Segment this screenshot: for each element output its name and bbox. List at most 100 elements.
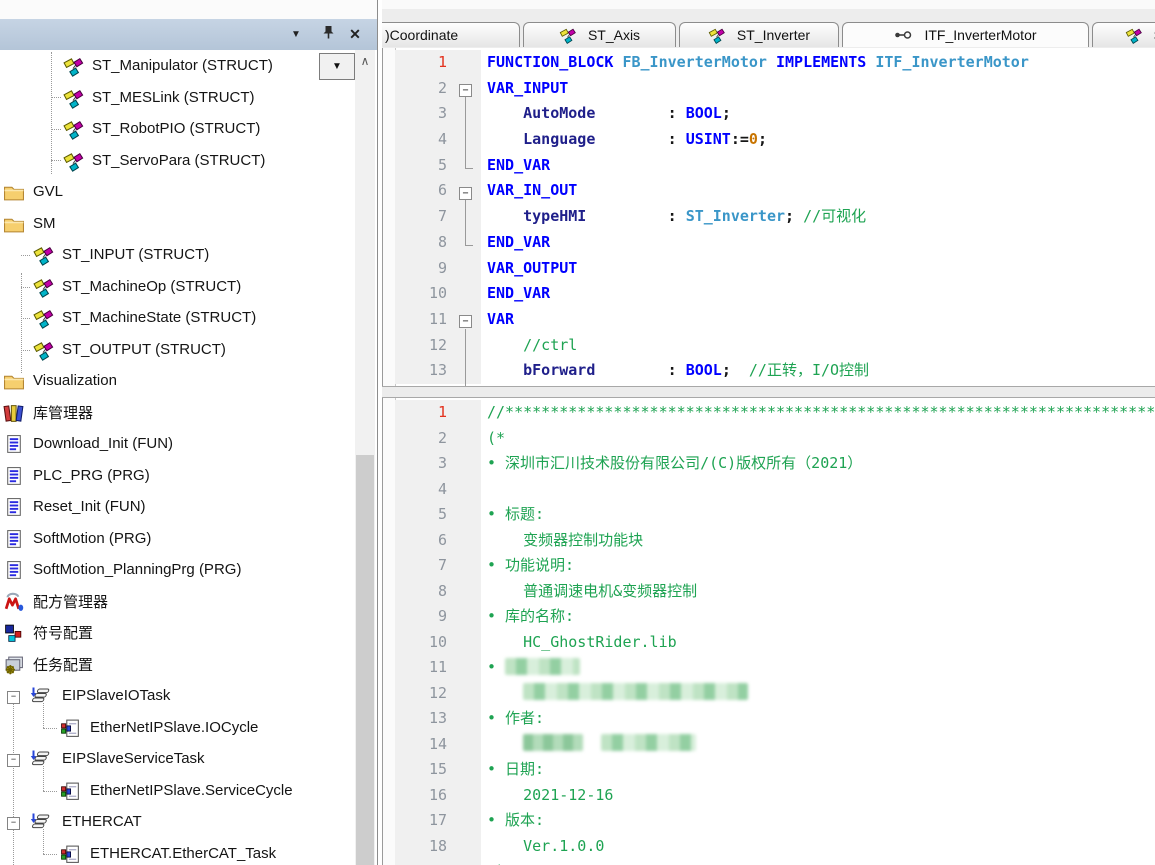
scrollbar-thumb[interactable] <box>356 455 374 865</box>
tree-item-softmotion[interactable]: SoftMotion (PRG) <box>0 524 357 556</box>
code-line: 7 typeHMI : ST_Inverter; //可视化 <box>395 204 1155 230</box>
tree-item-st-machinestate[interactable]: ST_MachineState (STRUCT) <box>0 303 357 335</box>
struct-icon <box>32 340 54 361</box>
panel-menu-chevron-down-icon[interactable]: ▼ <box>285 25 307 44</box>
code-line: 15• 日期: <box>395 757 1155 783</box>
tree-item-recipe-manager[interactable]: 配方管理器 <box>0 587 357 619</box>
task-icon <box>30 749 54 770</box>
fold-collapse-button[interactable]: − <box>459 187 472 200</box>
tree-item-plc-prg[interactable]: PLC_PRG (PRG) <box>0 461 357 493</box>
struct-icon <box>32 308 54 329</box>
editor-tabstrip: )Coordinate ST_Axis ST_Inverter ITF_Inve… <box>382 0 1155 49</box>
tree-item-st-servopara[interactable]: ST_ServoPara (STRUCT) <box>0 146 357 178</box>
library-manager-icon <box>3 403 25 424</box>
struct-icon <box>708 27 725 44</box>
code-line: 8 普通调速电机&变频器控制 <box>395 579 1155 605</box>
struct-icon <box>1125 27 1142 44</box>
code-line: 2VAR_INPUT <box>395 76 1155 102</box>
pou-panel-titlebar: ▼ ✕ <box>0 19 377 51</box>
tree-item-symbol-config[interactable]: 符号配置 <box>0 618 357 650</box>
tree-vertical-scrollbar[interactable]: ∧ <box>355 50 375 865</box>
struct-icon <box>559 27 576 44</box>
code-line: 6 变频器控制功能块 <box>395 528 1155 554</box>
tree-item-ethercat[interactable]: ETHERCAT <box>0 807 357 839</box>
scroll-up-arrow-icon[interactable]: ∧ <box>355 50 375 72</box>
code-line: 16 2021-12-16 <box>395 783 1155 809</box>
code-line: 2(* <box>395 426 1155 452</box>
folder-icon <box>3 214 25 235</box>
tree-item-st-machineop[interactable]: ST_MachineOp (STRUCT) <box>0 272 357 304</box>
tree-item-st-meslink[interactable]: ST_MESLink (STRUCT) <box>0 83 357 115</box>
tree-item-st-robotpio[interactable]: ST_RobotPIO (STRUCT) <box>0 114 357 146</box>
editor-splitter[interactable] <box>382 386 1155 398</box>
tree-item-library-manager[interactable]: 库管理器 <box>0 398 357 430</box>
code-line: 19*) <box>395 859 1155 865</box>
code-line: 5• 标题: <box>395 502 1155 528</box>
pou-icon <box>3 560 25 581</box>
panel-top-strip <box>0 0 377 19</box>
fold-line <box>465 168 473 169</box>
close-icon[interactable]: ✕ <box>344 25 366 44</box>
collapse-expander[interactable]: − <box>7 817 20 830</box>
implementation-editor[interactable]: 1//*************************************… <box>382 398 1155 865</box>
ide-window: ▼ ✕ <box>0 0 1155 865</box>
code-line: 13• 作者: <box>395 706 1155 732</box>
tree-item-sm[interactable]: SM <box>0 209 357 241</box>
tree-item-reset-init[interactable]: Reset_Init (FUN) <box>0 492 357 524</box>
declaration-editor[interactable]: 1FUNCTION_BLOCK FB_InverterMotor IMPLEME… <box>382 48 1155 386</box>
tree-item-st-output[interactable]: ST_OUTPUT (STRUCT) <box>0 335 357 367</box>
tree-item-ethercat-ethercat-task[interactable]: ETHERCAT.EtherCAT_Task <box>0 839 357 865</box>
code-line: 13 bForward : BOOL; //正转，I/O控制 <box>395 358 1155 384</box>
tab-st-partial[interactable]: ST_ <box>1092 22 1155 47</box>
panel-divider[interactable] <box>377 0 378 865</box>
task-config-icon <box>3 655 25 676</box>
struct-icon <box>62 151 84 172</box>
code-line: 8END_VAR <box>395 230 1155 256</box>
fold-collapse-button[interactable]: − <box>459 84 472 97</box>
tree-item-visualization[interactable]: Visualization <box>0 366 357 398</box>
code-line: 17• 版本: <box>395 808 1155 834</box>
code-line: 4 Language : USINT:=0; <box>395 127 1155 153</box>
pin-icon[interactable] <box>317 25 339 44</box>
code-line: 18 Ver.1.0.0 <box>395 834 1155 860</box>
tree-item-task-config[interactable]: 任务配置 <box>0 650 357 682</box>
task-icon <box>30 812 54 833</box>
tree-item-st-manipulator[interactable]: ST_Manipulator (STRUCT) <box>0 51 357 83</box>
task-icon <box>30 686 54 707</box>
tree-item-softmotion-planningprg[interactable]: SoftMotion_PlanningPrg (PRG) <box>0 555 357 587</box>
redacted-text <box>523 683 748 700</box>
tree-item-ethernetipslave-servicecycle[interactable]: EtherNetIPSlave.ServiceCycle <box>0 776 357 808</box>
tree-item-gvl[interactable]: GVL <box>0 177 357 209</box>
pou-tree: ST_Manipulator (STRUCT) ST_MESLink (STRU… <box>0 50 377 865</box>
code-line: 5END_VAR <box>395 153 1155 179</box>
code-line: 9• 库的名称: <box>395 604 1155 630</box>
tree-item-eipslaveservicetask[interactable]: EIPSlaveServiceTask <box>0 744 357 776</box>
tree-item-st-input[interactable]: ST_INPUT (STRUCT) <box>0 240 357 272</box>
code-line: 1FUNCTION_BLOCK FB_InverterMotor IMPLEME… <box>395 50 1155 76</box>
struct-icon <box>32 245 54 266</box>
fold-line <box>465 329 466 386</box>
collapse-expander[interactable]: − <box>7 754 20 767</box>
task-call-icon <box>60 718 82 739</box>
tree-item-download-init[interactable]: Download_Init (FUN) <box>0 429 357 461</box>
collapse-expander[interactable]: − <box>7 691 20 704</box>
recipe-manager-icon <box>3 592 25 613</box>
pou-icon <box>3 529 25 550</box>
code-line: 6VAR_IN_OUT <box>395 178 1155 204</box>
symbol-config-icon <box>3 623 25 644</box>
fold-collapse-button[interactable]: − <box>459 315 472 328</box>
tab-coordinate[interactable]: )Coordinate <box>382 22 520 47</box>
tab-itf-invertermotor[interactable]: ITF_InverterMotor <box>842 22 1089 47</box>
tab-st-inverter[interactable]: ST_Inverter <box>679 22 839 47</box>
fold-line <box>465 97 466 168</box>
tab-st-axis[interactable]: ST_Axis <box>523 22 676 47</box>
code-line: 4 <box>395 477 1155 503</box>
task-call-icon <box>60 844 82 865</box>
code-line: 10END_VAR <box>395 281 1155 307</box>
tree-item-ethernetipslave-iocycle[interactable]: EtherNetIPSlave.IOCycle <box>0 713 357 745</box>
pou-icon <box>3 497 25 518</box>
tree-item-dropdown-button[interactable]: ▼ <box>319 53 355 80</box>
redacted-text <box>523 734 583 751</box>
tree-item-eipslaveiotask[interactable]: EIPSlaveIOTask <box>0 681 357 713</box>
code-line: 10 HC_GhostRider.lib <box>395 630 1155 656</box>
